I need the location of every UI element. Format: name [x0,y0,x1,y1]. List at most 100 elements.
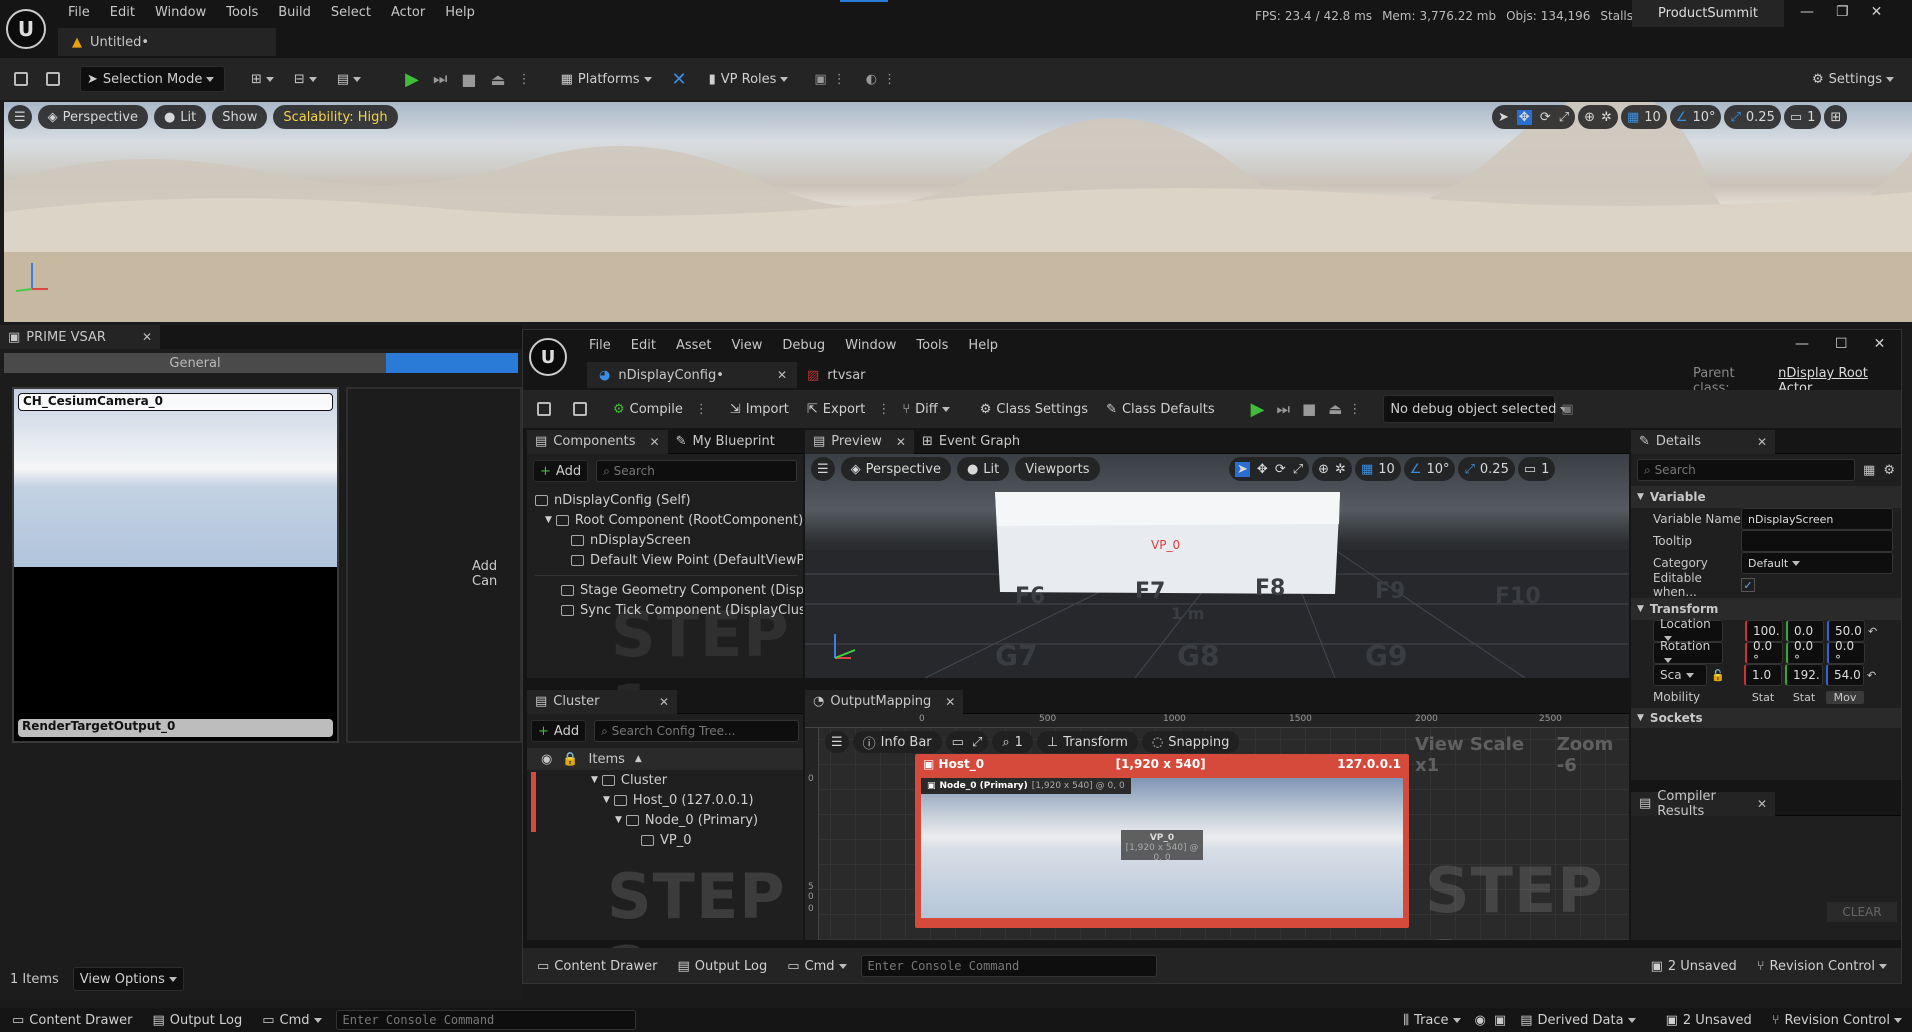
debug-object-select[interactable]: No debug object selected [1383,395,1556,423]
menu-edit[interactable]: Edit [100,5,145,20]
preview-camera-speed[interactable]: ▭ 1 [1517,457,1556,481]
bp-stop-icon[interactable]: ■ [1302,400,1316,418]
tree-item-root[interactable]: ▼ Root Component (RootComponent) [535,510,803,530]
import-button[interactable]: ⇲ Import [724,396,795,422]
vp-roles-button[interactable]: ▮ VP Roles [703,66,795,92]
tree-item-host[interactable]: ▼ Host_0 (127.0.0.1) [591,790,803,810]
rotation-select[interactable]: Rotation [1653,639,1723,664]
lock-icon[interactable]: 🔒 [562,752,578,767]
scale-x[interactable]: 1.0 [1744,664,1782,686]
details-tab[interactable]: ✎ Details ✕ [1631,429,1775,454]
cluster-search-input[interactable]: ⌕ Search Config Tree... [594,720,799,742]
zoom-button[interactable]: ⌕ 1 [992,731,1033,753]
mobility-movable[interactable]: Mov [1826,690,1864,704]
bp-menu-asset[interactable]: Asset [666,338,722,353]
blueprint-icon[interactable]: ⊟ [294,72,317,87]
add-cluster-item-button[interactable]: + Add [531,720,587,742]
menu-select[interactable]: Select [321,5,381,20]
menu-tools[interactable]: Tools [216,5,268,20]
unsaved-button[interactable]: ▣ 2 Unsaved [1660,1009,1758,1031]
pie-icon[interactable]: ◐ [866,72,877,87]
lock-icon[interactable]: 🔓 [1710,669,1726,682]
compiler-results-tab[interactable]: ▤ Compiler Results ✕ [1631,789,1775,819]
bp-menu-window[interactable]: Window [835,338,906,353]
bp-maximize-icon[interactable]: ☐ [1835,336,1848,352]
preview-angle-snap[interactable]: ∠ 10° [1403,457,1456,481]
browse-icon[interactable] [46,72,60,86]
rotation-x[interactable]: 0.0 ° [1745,639,1783,667]
select-icon[interactable]: ➤ [1498,110,1509,125]
scale-snap[interactable]: ⤢ 0.25 [1724,105,1781,129]
bp-cmd-button[interactable]: ▭ Cmd [781,953,852,979]
move-icon[interactable]: ✥ [1257,462,1268,477]
content-drawer-button[interactable]: ▭ Content Drawer [6,1009,138,1031]
bp-close-icon[interactable]: ✕ [1874,336,1886,352]
viewports-button[interactable]: Viewports [1015,457,1100,481]
angle-snap[interactable]: ∠ 10° [1669,105,1722,129]
save-icon[interactable] [14,72,28,86]
export-button[interactable]: ⇱ Export [801,396,871,422]
mapping-menu-button[interactable]: ☰ [825,731,849,753]
vp-0-box[interactable]: VP_0 [1,920 x 540] @ 0, 0 [1121,830,1203,863]
table-view-icon[interactable]: ▦ [1863,463,1875,478]
tree-item-viewpoint[interactable]: Default View Point (DefaultViewPoint) [535,550,803,570]
vsar-tab[interactable]: ▣ PRIME VSAR ✕ [0,325,160,349]
screenshot-icon[interactable]: ▣ [1494,1013,1506,1028]
scale-select[interactable]: Sca [1653,664,1707,686]
add-component-button[interactable]: + Add [533,460,589,482]
category-select[interactable]: Default [1741,552,1893,574]
cinematics-icon[interactable]: ▤ [337,72,361,87]
bp-tab-ndisplayconfig[interactable]: ◕ nDisplayConfig• ✕ [587,362,797,388]
event-graph-tab[interactable]: ⊞ Event Graph [914,430,1028,454]
bp-menu-view[interactable]: View [722,338,773,353]
bp-console-input[interactable]: Enter Console Command [860,955,1157,977]
stop-icon[interactable]: ■ [461,70,476,89]
preview-scale-snap[interactable]: ⤢ 0.25 [1458,457,1515,481]
menu-build[interactable]: Build [268,5,321,20]
lit-button[interactable]: ● Lit [153,105,207,129]
export-options-icon[interactable]: ⋮ [877,402,890,417]
show-button[interactable]: Show [212,105,268,129]
sockets-section[interactable]: ▼ Sockets [1631,708,1901,728]
info-bar-button[interactable]: ⓘ Info Bar [852,731,942,753]
debug-browse-icon[interactable]: ▣ [1561,402,1573,417]
class-settings-button[interactable]: ⚙ Class Settings [974,396,1094,422]
preview-tab[interactable]: ▤ Preview ✕ [805,429,914,454]
tree-item-ndisplayscreen[interactable]: nDisplayScreen [535,530,803,550]
snapping-button[interactable]: ◌ Snapping [1141,731,1240,753]
derived-data-button[interactable]: ▤ Derived Data [1514,1009,1641,1031]
bp-menu-debug[interactable]: Debug [772,338,835,353]
scalability-badge[interactable]: Scalability: High [273,105,398,129]
tree-item-cluster[interactable]: ▼ Cluster [591,770,803,790]
level-viewport[interactable]: ☰ ◈ Perspective ● Lit Show Scalability: Hi… [4,102,1912,322]
rotate-icon[interactable]: ⟳ [1275,462,1286,477]
tree-item-node[interactable]: ▼ Node_0 (Primary) [591,810,803,830]
trace-button[interactable]: ⫼ Trace [1397,1009,1466,1031]
bp-tab-rtvsar[interactable]: ▨ rtvsar [807,362,866,388]
scale-y[interactable]: 192. [1785,664,1823,686]
eject-icon[interactable]: ⏏ [490,70,505,89]
diff-button[interactable]: ⑂ Diff [896,396,955,422]
preview-viewport[interactable]: VP_0 F6 F7 F8 F9 F10 G7 G8 G9 1 m ☰ ◈ Per… [805,454,1629,678]
scale-z[interactable]: 54.0 [1826,664,1864,686]
class-defaults-button[interactable]: ✎ Class Defaults [1100,396,1221,422]
close-tab-icon[interactable]: ✕ [945,695,955,709]
tree-item-stage-geometry[interactable]: Stage Geometry Component (DisplayCluster… [535,580,803,600]
bp-menu-tools[interactable]: Tools [906,338,958,353]
menu-window[interactable]: Window [145,5,216,20]
my-blueprint-tab[interactable]: ✎ My Blueprint [668,430,783,454]
components-tab[interactable]: ▤ Components ✕ [527,429,668,454]
mobility-static[interactable]: Stat [1744,691,1782,704]
step-icon[interactable]: ⏭ [433,69,447,89]
bp-save-icon[interactable] [537,402,551,416]
general-tab[interactable]: General [4,353,386,373]
bp-play-options-icon[interactable]: ⋮ [1348,402,1361,417]
minimize-icon[interactable]: — [1800,4,1814,20]
bp-step-icon[interactable]: ⏭ [1276,400,1290,418]
bp-browse-icon[interactable] [573,402,587,416]
add-actor-icon[interactable]: ⊞ [251,72,274,87]
bp-menu-edit[interactable]: Edit [621,338,666,353]
preview-perspective-button[interactable]: ◈ Perspective [840,457,951,481]
variable-name-input[interactable]: nDisplayScreen [1741,508,1893,530]
details-search-input[interactable]: ⌕ Search [1637,459,1856,481]
